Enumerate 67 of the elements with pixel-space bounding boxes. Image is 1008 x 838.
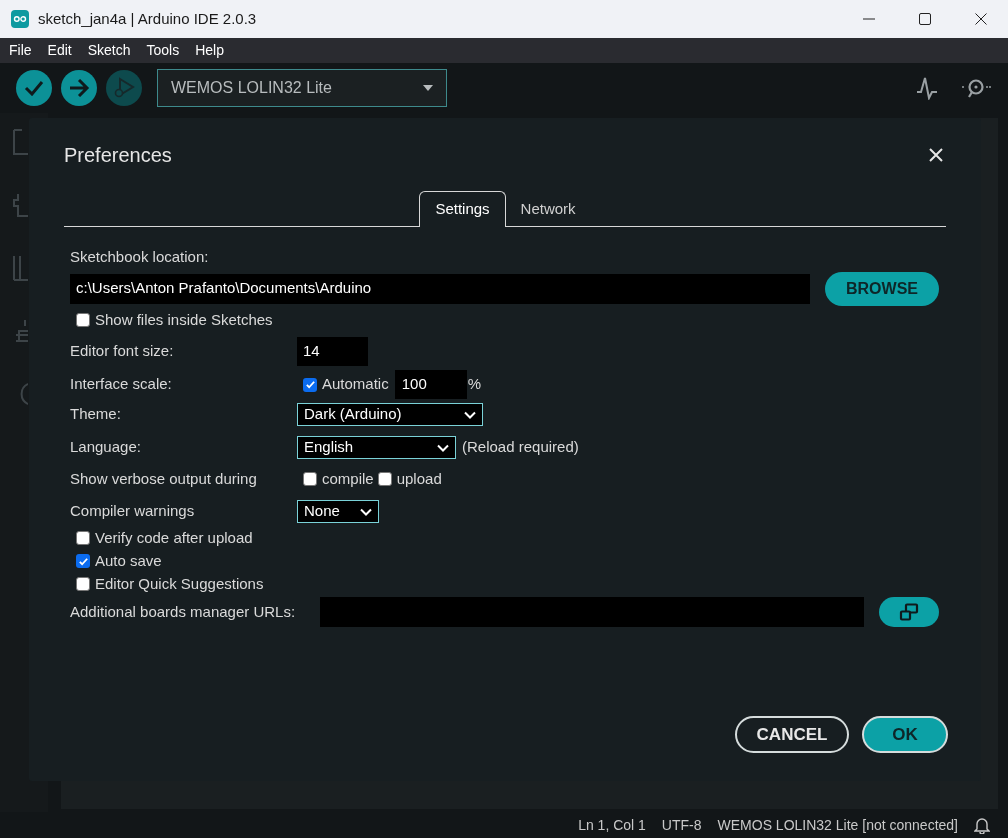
menu-item[interactable]: File (9, 40, 32, 61)
theme-dropdown[interactable]: Dark (Arduino) (297, 403, 483, 426)
status-text: WEMOS LOLIN32 Lite [not connected] (717, 815, 958, 835)
arrow-right-icon (68, 79, 90, 97)
menu-item[interactable]: Help (195, 40, 224, 61)
chevron-down-icon (437, 443, 449, 452)
font-size-field[interactable]: 14 (297, 337, 368, 366)
magnifier-icon[interactable] (960, 77, 992, 99)
window-title: sketch_jan4a | Arduino IDE 2.0.3 (38, 8, 257, 29)
close-button[interactable] (927, 146, 945, 164)
window-stack-icon (899, 603, 919, 621)
scale-field[interactable]: 100 (394, 370, 467, 399)
field-label: Show verbose output during (70, 468, 258, 489)
verify-button[interactable] (16, 70, 52, 106)
checkbox-label: compile (322, 468, 374, 489)
field-label: Editor font size: (70, 341, 175, 362)
field-label: Compiler warnings (70, 501, 196, 522)
checkbox[interactable] (303, 377, 317, 392)
minimize-icon (863, 18, 875, 20)
bell-icon[interactable] (974, 816, 990, 834)
checkbox[interactable] (76, 554, 90, 568)
field-label: Sketchbook location: (70, 247, 210, 267)
checkbox[interactable] (76, 577, 90, 591)
checkbox-label: upload (396, 468, 442, 489)
checkbox-label: Show files inside Sketches (95, 309, 273, 330)
checkbox-label: Automatic (322, 374, 389, 395)
field-label: Theme: (70, 404, 122, 425)
board-selector[interactable]: WEMOS LOLIN32 Lite (157, 69, 447, 107)
field-label: Interface scale: (70, 374, 173, 395)
sketchbook-path-field[interactable]: c:\Users\Anton Prafanto\Documents\Arduino (70, 273, 810, 304)
status-text: Ln 1, Col 1 (578, 815, 646, 835)
field-label: Language: (70, 437, 142, 458)
ok-button[interactable]: OK (862, 716, 948, 753)
dialog-title: Preferences (64, 143, 172, 168)
browse-button[interactable]: BROWSE (825, 271, 939, 306)
play-bug-icon (113, 77, 135, 99)
boards-urls-field[interactable] (320, 597, 864, 627)
unit-label: % (467, 374, 482, 395)
checkbox[interactable] (303, 472, 317, 486)
chevron-down-icon (360, 507, 372, 516)
open-window-button[interactable] (879, 597, 939, 627)
status-text: UTF-8 (661, 815, 702, 835)
tab[interactable]: Network (505, 191, 591, 227)
maximize-icon (919, 13, 931, 25)
checkbox-label: Auto save (95, 550, 162, 571)
language-dropdown[interactable]: English (297, 436, 456, 459)
menu-item[interactable]: Edit (47, 40, 72, 61)
field-label: Additional boards manager URLs: (70, 601, 297, 622)
note-text: (Reload required) (462, 437, 579, 458)
dropdown-triangle-icon (423, 85, 433, 91)
checkbox-label: Verify code after upload (95, 527, 253, 548)
chevron-down-icon (464, 410, 476, 419)
tab[interactable]: Settings (419, 191, 506, 227)
checkbox[interactable] (76, 312, 90, 327)
checkbox[interactable] (76, 531, 90, 545)
upload-button[interactable] (61, 70, 97, 106)
cancel-button[interactable]: CANCEL (735, 716, 849, 753)
menu-item[interactable]: Tools (146, 40, 180, 61)
pulse-icon[interactable] (916, 76, 938, 100)
checkbox-label: Editor Quick Suggestions (95, 573, 264, 594)
close-icon (929, 148, 943, 162)
close-icon (975, 13, 987, 25)
app-logo-icon (11, 10, 29, 28)
warnings-dropdown[interactable]: None (297, 500, 379, 523)
menu-item[interactable]: Sketch (87, 40, 131, 61)
checkbox[interactable] (377, 472, 392, 486)
checkmark-icon (24, 80, 44, 96)
